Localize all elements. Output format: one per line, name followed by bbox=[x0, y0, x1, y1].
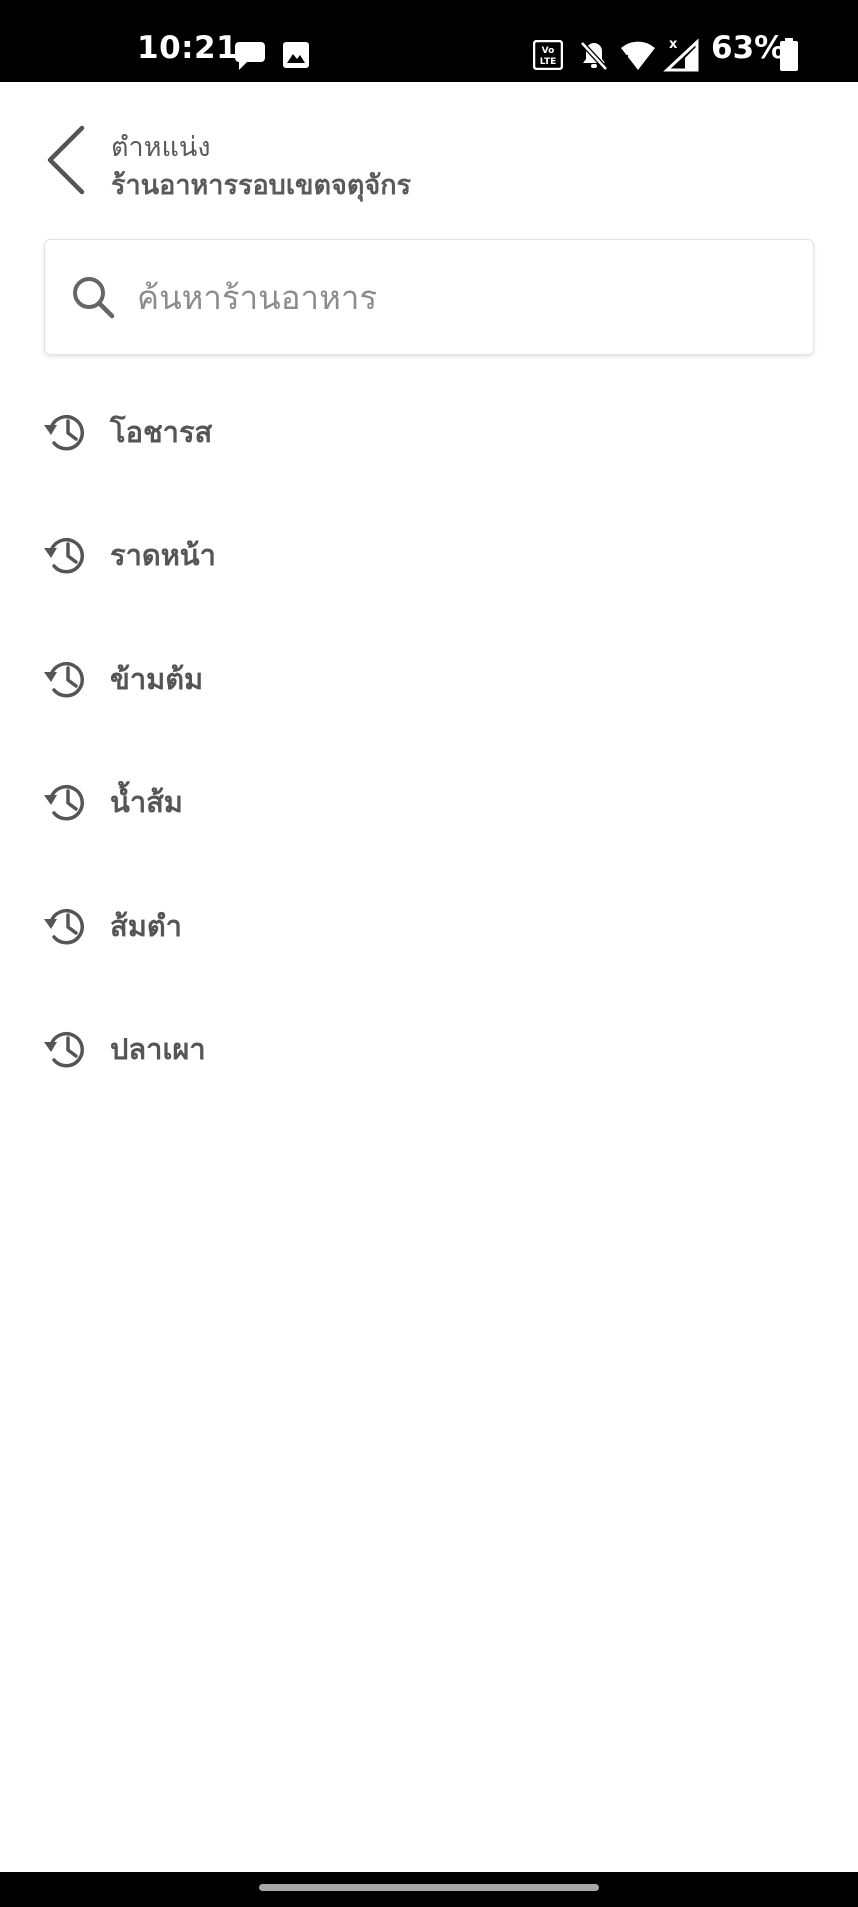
bell-off-icon bbox=[580, 41, 608, 71]
history-item-label: น้ำส้ม bbox=[110, 785, 183, 820]
history-item-label: ปลาเผา bbox=[110, 1032, 206, 1067]
history-icon bbox=[44, 1032, 85, 1068]
header: ตำหแน่ง ร้านอาหารรอบเขตจตุจักร bbox=[111, 130, 411, 206]
history-icon bbox=[44, 538, 85, 574]
search-icon bbox=[73, 277, 115, 319]
search-input[interactable] bbox=[137, 267, 777, 327]
battery-percent: 63% bbox=[711, 30, 786, 66]
history-icon bbox=[44, 661, 85, 698]
history-item[interactable]: โอชารส bbox=[0, 370, 858, 494]
status-time: 10:21 bbox=[137, 30, 239, 66]
page-title: ร้านอาหารรอบเขตจตุจักร bbox=[111, 170, 412, 201]
volte-icon: Vo LTE bbox=[533, 40, 563, 70]
navigation-bar bbox=[0, 1872, 858, 1907]
svg-text:x: x bbox=[669, 37, 678, 52]
history-item-label: โอชารส bbox=[110, 414, 213, 449]
history-icon bbox=[44, 414, 85, 451]
history-list: โอชารส ราดหน้า ข้ามต้ม น้ำส้ม ส้มตำ ปลาเ… bbox=[0, 370, 858, 1111]
back-button[interactable] bbox=[36, 120, 96, 200]
wifi-icon bbox=[621, 41, 655, 70]
history-icon bbox=[44, 785, 85, 821]
chevron-left-icon bbox=[47, 125, 85, 195]
search-box[interactable] bbox=[44, 239, 814, 355]
image-icon bbox=[283, 42, 309, 68]
status-bar: 10:21 Vo LTE x 63% bbox=[0, 0, 858, 82]
history-item[interactable]: ข้ามต้ม bbox=[0, 617, 858, 741]
history-item-label: ส้มตำ bbox=[110, 908, 182, 943]
history-item[interactable]: ส้มตำ bbox=[0, 864, 858, 988]
history-item[interactable]: ปลาเผา bbox=[0, 988, 858, 1112]
location-label: ตำหแน่ง bbox=[111, 132, 211, 163]
history-item[interactable]: ราดหน้า bbox=[0, 494, 858, 618]
signal-icon: x bbox=[663, 37, 699, 72]
home-gesture-handle[interactable] bbox=[259, 1884, 599, 1891]
chat-bubble-icon bbox=[235, 42, 265, 70]
svg-text:LTE: LTE bbox=[540, 57, 557, 67]
history-item-label: ข้ามต้ม bbox=[110, 661, 204, 696]
history-item[interactable]: น้ำส้ม bbox=[0, 741, 858, 865]
history-icon bbox=[44, 908, 85, 945]
svg-text:Vo: Vo bbox=[542, 46, 555, 56]
battery-icon bbox=[780, 38, 798, 71]
history-item-label: ราดหน้า bbox=[110, 538, 216, 573]
